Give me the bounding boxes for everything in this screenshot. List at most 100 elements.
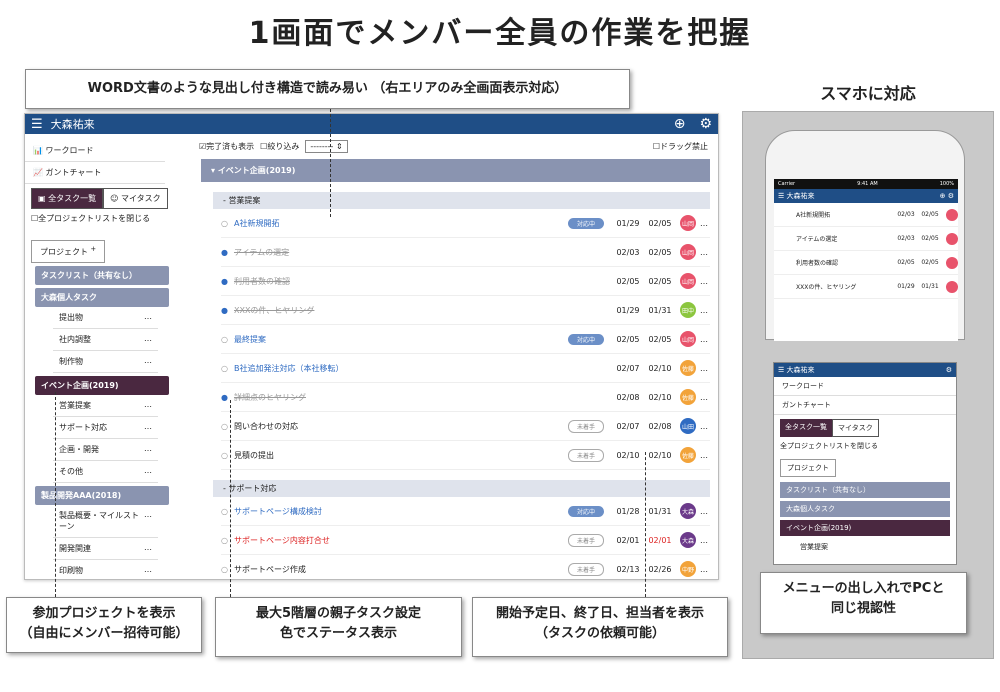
subproject-item[interactable]: 提出物… [53, 307, 158, 329]
status-badge[interactable] [568, 309, 604, 311]
check-open-icon[interactable]: ○ [221, 536, 228, 545]
phone-workload[interactable]: ワークロード [774, 377, 956, 396]
phone-close-list[interactable]: 全プロジェクトリストを閉じる [780, 441, 950, 451]
check-open-icon[interactable]: ○ [221, 422, 228, 431]
avatar[interactable] [946, 256, 958, 269]
status-badge[interactable]: 対応中 [568, 217, 604, 229]
status-badge[interactable]: 未着手 [568, 419, 604, 433]
task-name[interactable]: A社新規開拓 [228, 218, 568, 229]
check-open-icon[interactable]: ○ [221, 451, 228, 460]
phone-task-row[interactable]: A社新規開拓 02/03 02/05 [774, 203, 958, 227]
project-item[interactable]: タスクリスト（共有なし） [35, 265, 169, 285]
avatar[interactable]: 大森 [680, 532, 696, 548]
status-badge[interactable] [568, 396, 604, 398]
more-icon[interactable]: … [700, 536, 710, 545]
check-open-icon[interactable]: ○ [221, 507, 228, 516]
task-row[interactable]: ○ 最終提案 対応中 02/05 02/05 山岡… [221, 325, 710, 354]
avatar[interactable] [946, 208, 958, 221]
avatar[interactable]: 山岡 [680, 273, 696, 289]
more-icon[interactable]: … [700, 422, 710, 431]
task-row[interactable]: ○ B社追加発注対応（本社移転） 02/07 02/10 佐藤… [221, 354, 710, 383]
show-done-checkbox[interactable]: ☑完了済も表示 [199, 141, 254, 152]
phone-task-row[interactable]: 利用者数の確認 02/05 02/05 [774, 251, 958, 275]
check-done-icon[interactable]: ● [221, 393, 228, 402]
subproject-item[interactable]: 制作物… [53, 351, 158, 373]
avatar[interactable]: 山岡 [680, 215, 696, 231]
task-name[interactable]: 最終提案 [228, 334, 568, 345]
task-name[interactable]: XXXの件、ヒヤリング [228, 305, 568, 316]
sidebar-item-gantt[interactable]: 📈 ガントチャート [25, 162, 165, 184]
phone-project-tab[interactable]: プロジェクト [780, 459, 836, 477]
task-row[interactable]: ● 利用者数の確認 02/05 02/05 山岡… [221, 267, 710, 296]
add-icon[interactable]: ⊕ [674, 116, 686, 132]
task-name[interactable]: 問い合わせの対応 [228, 421, 568, 432]
avatar[interactable]: 山岡 [680, 244, 696, 260]
subproject-item[interactable]: 社内調整… [53, 329, 158, 351]
close-list-checkbox[interactable]: ☐全プロジェクトリストを閉じる [31, 213, 169, 224]
check-open-icon[interactable]: ○ [221, 335, 228, 344]
avatar[interactable]: 中野 [680, 561, 696, 577]
phone-subproject[interactable]: 営業提案 [794, 539, 936, 555]
avatar[interactable] [946, 232, 958, 245]
more-icon[interactable]: … [700, 306, 710, 315]
more-icon[interactable]: … [700, 248, 710, 257]
subproject-item[interactable]: その他… [53, 461, 158, 483]
phone-tab-all[interactable]: 全タスク一覧 [780, 419, 832, 437]
task-name[interactable]: アイテムの選定 [228, 247, 568, 258]
avatar[interactable]: 山田 [680, 418, 696, 434]
subproject-item[interactable]: 営業提案… [53, 395, 158, 417]
phone-task-row[interactable]: XXXの件、ヒヤリング 01/29 01/31 [774, 275, 958, 299]
group-header[interactable]: ▾ イベント企画(2019) [201, 159, 710, 182]
phone-project[interactable]: イベント企画(2019) [780, 520, 950, 536]
avatar[interactable]: 佐藤 [680, 447, 696, 463]
task-name[interactable]: サポートページ構成検討 [228, 506, 568, 517]
more-icon[interactable]: … [700, 393, 710, 402]
project-item[interactable]: 大森個人タスク [35, 287, 169, 307]
avatar[interactable] [946, 280, 958, 293]
phone-project[interactable]: 大森個人タスク [780, 501, 950, 517]
phone-gantt[interactable]: ガントチャート [774, 396, 956, 415]
phone-tab-my[interactable]: マイタスク [832, 419, 879, 437]
subproject-item[interactable]: 企画・開発… [53, 439, 158, 461]
status-badge[interactable] [568, 251, 604, 253]
task-name[interactable]: B社追加発注対応（本社移転） [228, 363, 568, 374]
phone-menu-icon[interactable]: ☰ [778, 192, 784, 200]
check-done-icon[interactable]: ● [221, 306, 228, 315]
more-icon[interactable]: … [700, 507, 710, 516]
check-done-icon[interactable]: ● [221, 248, 228, 257]
more-icon[interactable]: … [700, 219, 710, 228]
more-icon[interactable]: … [700, 335, 710, 344]
task-row[interactable]: ● アイテムの選定 02/03 02/05 山岡… [221, 238, 710, 267]
more-icon[interactable]: … [700, 451, 710, 460]
section-header[interactable]: - サポート対応 [213, 480, 710, 497]
tab-project[interactable]: プロジェクト + [31, 240, 106, 263]
phone-task-row[interactable]: アイテムの選定 02/03 02/05 [774, 227, 958, 251]
subproject-item[interactable]: 製品概要・マイルストーン… [53, 505, 158, 538]
drag-lock-checkbox[interactable]: ☐ドラッグ禁止 [653, 141, 708, 152]
avatar[interactable]: 佐藤 [680, 360, 696, 376]
subproject-item[interactable]: 開発関連… [53, 538, 158, 560]
filter-select[interactable]: -------- ⇕ [305, 140, 348, 153]
subproject-item[interactable]: 印刷物… [53, 560, 158, 579]
check-open-icon[interactable]: ○ [221, 364, 228, 373]
task-row[interactable]: ● 詳細点のヒヤリング 02/08 02/10 佐藤… [221, 383, 710, 412]
task-name[interactable]: サポートページ作成 [228, 564, 568, 575]
status-badge[interactable]: 対応中 [568, 333, 604, 345]
section-header[interactable]: - 営業提案 [213, 192, 710, 209]
task-name[interactable]: 利用者数の確認 [228, 276, 568, 287]
sidebar-item-workload[interactable]: 📊 ワークロード [25, 140, 165, 162]
more-icon[interactable]: … [700, 277, 710, 286]
menu-icon[interactable]: ☰ [31, 117, 43, 132]
phone-project[interactable]: タスクリスト（共有なし） [780, 482, 950, 498]
task-row[interactable]: ○ 見積の提出 未着手 02/10 02/10 佐藤… [221, 441, 710, 470]
check-open-icon[interactable]: ○ [221, 219, 228, 228]
status-badge[interactable]: 対応中 [568, 505, 604, 517]
more-icon[interactable]: … [700, 565, 710, 574]
avatar[interactable]: 田中 [680, 302, 696, 318]
check-open-icon[interactable]: ○ [221, 565, 228, 574]
task-row[interactable]: ○ サポートページ内容打合せ 未着手 02/01 02/01 大森… [221, 526, 710, 555]
status-badge[interactable]: 未着手 [568, 533, 604, 547]
task-name[interactable]: 詳細点のヒヤリング [228, 392, 568, 403]
avatar[interactable]: 大森 [680, 503, 696, 519]
task-name[interactable]: 見積の提出 [228, 450, 568, 461]
